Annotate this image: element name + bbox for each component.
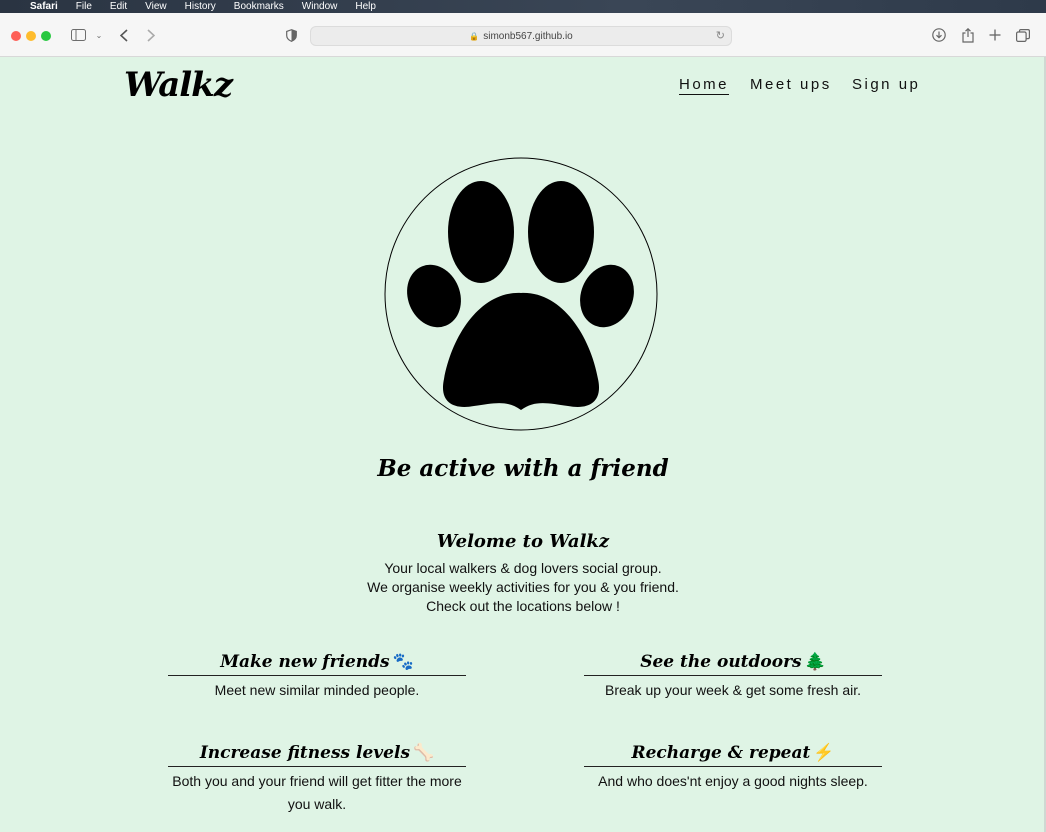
- menu-file[interactable]: File: [76, 1, 92, 12]
- menu-window[interactable]: Window: [302, 1, 338, 12]
- share-icon[interactable]: [960, 26, 976, 44]
- zoom-window-button[interactable]: [41, 31, 51, 41]
- feature-title: Recharge & repeat: [631, 743, 811, 763]
- feature-title: Make new friends: [220, 652, 390, 672]
- close-window-button[interactable]: [11, 31, 21, 41]
- menu-edit[interactable]: Edit: [110, 1, 127, 12]
- feature-increase-fitness: Increase fitness levels 🦴 Both you and yo…: [168, 743, 466, 816]
- reload-icon[interactable]: ↻: [716, 29, 725, 42]
- menu-bar: Safari File Edit View History Bookmarks …: [0, 0, 1046, 13]
- menu-help[interactable]: Help: [355, 1, 376, 12]
- feature-description: Break up your week & get some fresh air.: [604, 682, 861, 698]
- nav-home[interactable]: Home: [679, 76, 730, 95]
- new-tab-icon[interactable]: [988, 26, 1002, 44]
- tab-overview-icon[interactable]: [1015, 26, 1031, 44]
- feature-recharge-repeat: Recharge & repeat ⚡ And who does'nt enjoy…: [584, 743, 882, 793]
- tree-icon: 🌲: [804, 652, 826, 672]
- feature-description: Meet new similar minded people.: [214, 682, 420, 698]
- menu-view[interactable]: View: [145, 1, 167, 12]
- forward-icon[interactable]: [144, 26, 158, 44]
- intro-text: Your local walkers & dog lovers social g…: [0, 559, 1046, 616]
- web-page: Walkz Home Meet ups Sign up Be active wi…: [0, 57, 1046, 832]
- browser-toolbar: ⌄ 🔒 simonb567.github.io ↻: [0, 13, 1046, 57]
- intro-line: Your local walkers & dog lovers social g…: [384, 560, 662, 576]
- site-logo[interactable]: Walkz: [124, 65, 233, 105]
- privacy-shield-icon[interactable]: [284, 26, 298, 44]
- paw-icon: 🐾: [392, 652, 414, 672]
- feature-description: And who does'nt enjoy a good nights slee…: [598, 773, 868, 789]
- nav-meet-ups[interactable]: Meet ups: [750, 76, 832, 93]
- menu-history[interactable]: History: [185, 1, 216, 12]
- chevron-down-icon[interactable]: ⌄: [94, 26, 104, 44]
- bone-icon: 🦴: [413, 743, 435, 763]
- paw-logo-icon: [384, 157, 658, 431]
- browser-window: ⌄ 🔒 simonb567.github.io ↻ Walkz Home Mee…: [0, 13, 1046, 832]
- back-icon[interactable]: [117, 26, 131, 44]
- intro-line: Check out the locations below !: [426, 598, 620, 614]
- downloads-icon[interactable]: [931, 26, 947, 44]
- minimize-window-button[interactable]: [26, 31, 36, 41]
- welcome-heading: Welome to Walkz: [436, 531, 610, 552]
- feature-title: Increase fitness levels: [199, 743, 411, 763]
- feature-make-new-friends: Make new friends 🐾 Meet new similar minde…: [168, 652, 466, 702]
- feature-see-the-outdoors: See the outdoors 🌲 Break up your week & g…: [584, 652, 882, 702]
- lock-icon: 🔒: [469, 31, 480, 41]
- sidebar-icon[interactable]: [70, 26, 86, 44]
- feature-title: See the outdoors: [640, 652, 802, 672]
- bolt-icon: ⚡: [813, 743, 835, 763]
- address-bar[interactable]: 🔒 simonb567.github.io ↻: [310, 26, 732, 46]
- intro-line: We organise weekly activities for you & …: [367, 579, 679, 595]
- url-text: simonb567.github.io: [483, 30, 573, 42]
- hero-tagline: Be active with a friend: [377, 455, 669, 482]
- menu-safari[interactable]: Safari: [30, 1, 58, 12]
- menu-bookmarks[interactable]: Bookmarks: [234, 1, 284, 12]
- nav-sign-up[interactable]: Sign up: [852, 76, 920, 93]
- feature-description: Both you and your friend will get fitter…: [172, 773, 462, 812]
